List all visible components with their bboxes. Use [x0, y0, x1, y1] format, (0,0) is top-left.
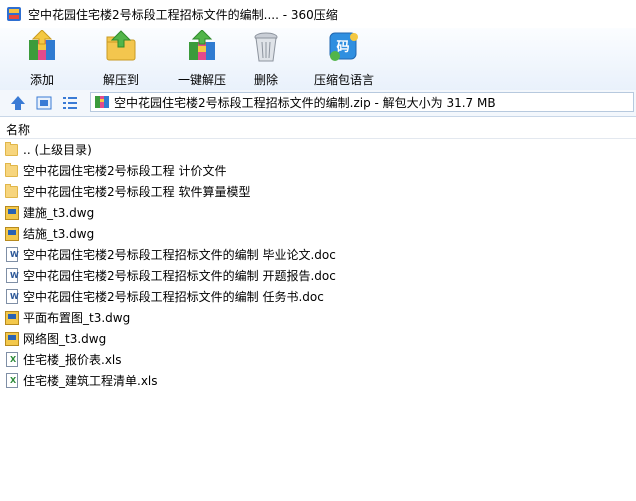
archive-language-icon: 码	[326, 30, 362, 64]
zip-file-icon	[94, 94, 110, 110]
list-item-parent-dir[interactable]: .. (上级目录)	[0, 139, 636, 160]
list-item[interactable]: 网络图_t3.dwg	[0, 328, 636, 349]
list-item[interactable]: 建施_t3.dwg	[0, 202, 636, 223]
delete-icon	[248, 30, 284, 64]
extract-to-label: 解压到	[102, 73, 139, 87]
archive-language-button[interactable]: 码 压缩包语言	[312, 28, 376, 90]
file-name: 结施_t3.dwg	[23, 227, 95, 241]
path-box[interactable]: 空中花园住宅楼2号标段工程招标文件的编制.zip - 解包大小为 31.7 MB	[90, 92, 634, 112]
file-name: 空中花园住宅楼2号标段工程 软件算量模型	[23, 185, 251, 199]
address-bar: 空中花园住宅楼2号标段工程招标文件的编制.zip - 解包大小为 31.7 MB	[0, 90, 636, 117]
file-name: 空中花园住宅楼2号标段工程招标文件的编制 开题报告.doc	[23, 269, 336, 283]
file-name: 平面布置图_t3.dwg	[23, 311, 131, 325]
word-doc-icon: W	[5, 288, 19, 305]
title-bar: 空中花园住宅楼2号标段工程招标文件的编制.... - 360压缩	[0, 0, 636, 28]
file-name: 网络图_t3.dwg	[23, 332, 107, 346]
one-click-extract-icon	[184, 29, 220, 64]
excel-xls-icon: X	[5, 351, 19, 368]
list-item[interactable]: 空中花园住宅楼2号标段工程 计价文件	[0, 160, 636, 181]
word-doc-icon: W	[5, 267, 19, 284]
folder-icon	[5, 162, 19, 179]
list-view-icon[interactable]	[62, 95, 78, 111]
list-item[interactable]: W 空中花园住宅楼2号标段工程招标文件的编制 任务书.doc	[0, 286, 636, 307]
column-name-header[interactable]: 名称	[6, 121, 30, 138]
toolbar: 添加 解压到 一键解压 删除 码 压缩包语言	[0, 28, 636, 90]
extract-to-icon	[103, 30, 139, 64]
list-item[interactable]: X 住宅楼_建筑工程清单.xls	[0, 370, 636, 391]
column-header: 名称	[0, 118, 636, 139]
add-label: 添加	[29, 73, 54, 87]
archive-path: 空中花园住宅楼2号标段工程招标文件的编制.zip - 解包大小为 31.7 MB	[114, 95, 496, 110]
file-name: 空中花园住宅楼2号标段工程 计价文件	[23, 164, 227, 178]
list-item[interactable]: X 住宅楼_报价表.xls	[0, 349, 636, 370]
extract-to-button[interactable]: 解压到	[96, 28, 146, 90]
list-item[interactable]: 平面布置图_t3.dwg	[0, 307, 636, 328]
add-archive-icon	[24, 29, 60, 64]
file-name: 空中花园住宅楼2号标段工程招标文件的编制 任务书.doc	[23, 290, 324, 304]
file-name: 建施_t3.dwg	[23, 206, 95, 220]
file-name: 住宅楼_建筑工程清单.xls	[23, 374, 158, 388]
archive-language-badge: 码	[336, 40, 349, 55]
window-title: 空中花园住宅楼2号标段工程招标文件的编制.... - 360压缩	[28, 7, 338, 22]
one-click-extract-button[interactable]: 一键解压	[172, 28, 232, 90]
dwg-file-icon	[5, 310, 19, 326]
dwg-file-icon	[5, 205, 19, 221]
file-list: .. (上级目录) 空中花园住宅楼2号标段工程 计价文件 空中花园住宅楼2号标段…	[0, 139, 636, 391]
file-name: 空中花园住宅楼2号标段工程招标文件的编制 毕业论文.doc	[23, 248, 336, 262]
add-button[interactable]: 添加	[21, 28, 63, 90]
large-icons-view-icon[interactable]	[36, 95, 52, 111]
list-item[interactable]: W 空中花园住宅楼2号标段工程招标文件的编制 毕业论文.doc	[0, 244, 636, 265]
file-name: 住宅楼_报价表.xls	[23, 353, 122, 367]
dwg-file-icon	[5, 226, 19, 242]
list-item[interactable]: W 空中花园住宅楼2号标段工程招标文件的编制 开题报告.doc	[0, 265, 636, 286]
archive-language-label: 压缩包语言	[313, 73, 374, 87]
app-360zip-icon	[6, 6, 22, 22]
delete-label: 删除	[253, 73, 278, 87]
excel-xls-icon: X	[5, 372, 19, 389]
one-click-extract-label: 一键解压	[177, 73, 226, 87]
word-doc-icon: W	[5, 246, 19, 263]
dwg-file-icon	[5, 331, 19, 347]
folder-icon	[5, 183, 19, 200]
delete-button[interactable]: 删除	[246, 28, 286, 90]
list-item[interactable]: 结施_t3.dwg	[0, 223, 636, 244]
up-arrow-icon[interactable]	[10, 95, 26, 111]
file-name: .. (上级目录)	[23, 143, 92, 157]
folder-icon	[5, 141, 19, 158]
list-item[interactable]: 空中花园住宅楼2号标段工程 软件算量模型	[0, 181, 636, 202]
